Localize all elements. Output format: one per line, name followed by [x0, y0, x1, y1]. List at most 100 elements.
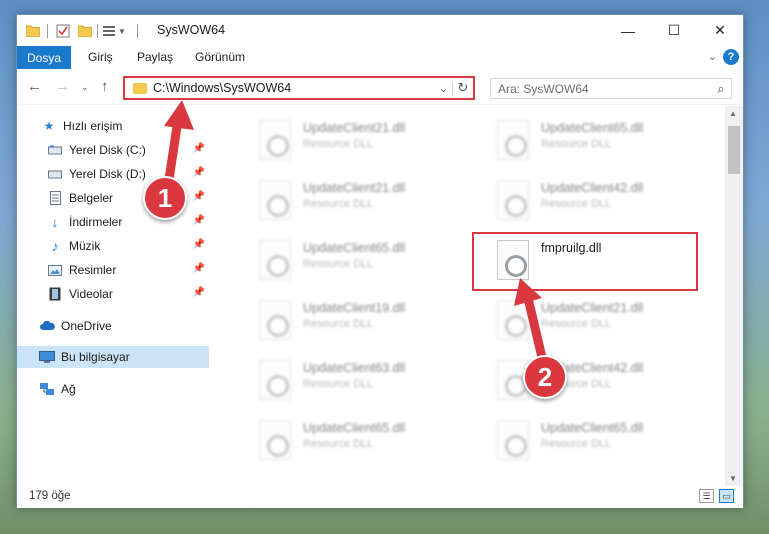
tab-file[interactable]: Dosya	[17, 46, 71, 69]
dll-file-icon	[259, 240, 291, 280]
pin-icon[interactable]: 📌	[193, 215, 205, 226]
file-item[interactable]: UpdateClient65.dll Resource DLL	[471, 114, 691, 166]
search-box[interactable]: Ara: SysWOW64 ⌕	[490, 78, 732, 99]
sidebar-item-onedrive[interactable]: OneDrive	[17, 315, 209, 337]
file-item[interactable]: UpdateClient42.dll Resource DLL	[471, 354, 691, 406]
new-folder-icon[interactable]	[77, 22, 93, 40]
file-type: Resource DLL	[541, 138, 612, 150]
file-item[interactable]: UpdateClient21.dll Resource DLL	[233, 174, 453, 226]
search-input[interactable]: Ara: SysWOW64	[491, 82, 711, 96]
navigation-bar: ← → ⌄ ↑ C:\Windows\SysWOW64 ⌄ ↻ Ara: Sys…	[17, 69, 743, 105]
file-item[interactable]: UpdateClient63.dll Resource DLL	[233, 354, 453, 406]
sidebar-item-music[interactable]: ♪ Müzik 📌	[17, 235, 209, 257]
tab-home[interactable]: Giriş	[88, 50, 113, 64]
computer-icon	[39, 349, 55, 365]
sidebar-item-videos[interactable]: Videolar 📌	[17, 283, 209, 305]
details-view-icon[interactable]: ☰	[699, 489, 714, 503]
scroll-thumb[interactable]	[728, 126, 740, 174]
sidebar-item-network[interactable]: Ağ	[17, 378, 209, 400]
title-bar: ▼ SysWOW64 — ☐ ✕	[17, 15, 743, 46]
address-dropdown-icon[interactable]: ⌄	[435, 81, 453, 95]
dll-file-icon	[259, 420, 291, 460]
recent-locations-icon[interactable]: ⌄	[81, 82, 89, 93]
file-item[interactable]: UpdateClient19.dll Resource DLL	[233, 294, 453, 346]
vertical-scrollbar[interactable]: ▲ ▼	[725, 106, 743, 486]
address-bar[interactable]: C:\Windows\SysWOW64 ⌄ ↻	[123, 76, 475, 100]
tab-view[interactable]: Görünüm	[195, 50, 245, 64]
pin-icon[interactable]: 📌	[193, 263, 205, 274]
search-icon[interactable]: ⌕	[711, 81, 731, 97]
sidebar-item-label: Müzik	[69, 239, 101, 253]
file-item[interactable]: UpdateClient65.dll Resource DLL	[233, 234, 453, 286]
pin-icon[interactable]: 📌	[193, 167, 205, 178]
file-item[interactable]: UpdateClient65.dll Resource DLL	[233, 414, 453, 466]
target-file-highlight	[472, 232, 698, 291]
sidebar-item-local-disk-c[interactable]: Yerel Disk (C:) 📌	[17, 139, 209, 161]
sidebar-item-label: Videolar	[69, 287, 113, 301]
file-name: UpdateClient65.dll	[541, 121, 644, 135]
download-icon: ↓	[51, 214, 59, 230]
file-type: Resource DLL	[303, 258, 374, 270]
minimize-button[interactable]: —	[605, 15, 651, 46]
dll-file-icon	[497, 420, 529, 460]
customize-toolbar-icon[interactable]	[101, 22, 117, 40]
tab-share[interactable]: Paylaş	[137, 50, 173, 64]
file-name: UpdateClient65.dll	[303, 241, 406, 255]
file-item[interactable]: UpdateClient21.dll Resource DLL	[233, 114, 453, 166]
folder-icon[interactable]	[25, 22, 41, 40]
back-arrow-icon[interactable]: ←	[27, 78, 42, 95]
file-type: Resource DLL	[541, 318, 612, 330]
sidebar-item-this-pc[interactable]: Bu bilgisayar	[17, 346, 209, 368]
sidebar-item-pictures[interactable]: Resimler 📌	[17, 259, 209, 281]
sidebar-item-quick-access[interactable]: ★ Hızlı erişim	[17, 115, 209, 137]
properties-icon[interactable]	[55, 22, 71, 40]
expand-ribbon-icon[interactable]: ⌄	[708, 50, 717, 63]
file-item[interactable]: UpdateClient65.dll Resource DLL	[471, 414, 691, 466]
music-icon: ♪	[51, 238, 59, 254]
maximize-button[interactable]: ☐	[651, 15, 697, 46]
forward-arrow-icon[interactable]: →	[55, 78, 70, 95]
scroll-up-icon[interactable]: ▲	[729, 109, 737, 118]
file-list: UpdateClient21.dll Resource DLL UpdateCl…	[213, 106, 743, 486]
step-1-badge: 1	[143, 176, 187, 220]
pictures-icon	[47, 262, 63, 278]
dll-file-icon	[259, 120, 291, 160]
file-name: UpdateClient42.dll	[541, 181, 644, 195]
file-name: UpdateClient63.dll	[303, 361, 406, 375]
file-name: UpdateClient65.dll	[541, 421, 644, 435]
pin-icon[interactable]: 📌	[193, 191, 205, 202]
file-name: UpdateClient65.dll	[303, 421, 406, 435]
item-count: 179 öğe	[29, 490, 71, 502]
file-item[interactable]: UpdateClient21.dll Resource DLL	[471, 294, 691, 346]
documents-icon	[47, 190, 63, 206]
up-arrow-icon[interactable]: ↑	[101, 78, 109, 95]
file-type: Resource DLL	[303, 378, 374, 390]
sidebar-item-label: Resimler	[69, 263, 117, 277]
dll-file-icon	[259, 300, 291, 340]
address-path[interactable]: C:\Windows\SysWOW64	[153, 81, 435, 95]
file-type: Resource DLL	[303, 198, 374, 210]
file-type: Resource DLL	[541, 438, 612, 450]
file-name: UpdateClient21.dll	[541, 301, 644, 315]
file-name: UpdateClient21.dll	[303, 181, 406, 195]
help-button[interactable]: ?	[723, 49, 739, 65]
pin-icon[interactable]: 📌	[193, 239, 205, 250]
file-type: Resource DLL	[541, 198, 612, 210]
dll-file-icon	[259, 180, 291, 220]
file-item[interactable]: UpdateClient42.dll Resource DLL	[471, 174, 691, 226]
cloud-icon	[39, 318, 55, 334]
close-button[interactable]: ✕	[697, 15, 743, 46]
pin-icon[interactable]: 📌	[193, 287, 205, 298]
refresh-icon[interactable]: ↻	[453, 80, 473, 96]
chevron-down-icon[interactable]: ▼	[117, 22, 127, 40]
file-type: Resource DLL	[303, 138, 374, 150]
scroll-down-icon[interactable]: ▼	[729, 474, 737, 483]
sidebar-item-label: İndirmeler	[69, 215, 123, 229]
sidebar-item-label: Yerel Disk (C:)	[69, 143, 146, 157]
sidebar-item-label: Hızlı erişim	[63, 119, 123, 133]
step-2-badge: 2	[523, 355, 567, 399]
pin-icon[interactable]: 📌	[193, 143, 205, 154]
sidebar-item-downloads[interactable]: ↓ İndirmeler 📌	[17, 211, 209, 233]
large-icons-view-icon[interactable]: ▭	[719, 489, 734, 503]
navigation-pane: ★ Hızlı erişim Yerel Disk (C:) 📌 Yerel D…	[17, 106, 212, 486]
